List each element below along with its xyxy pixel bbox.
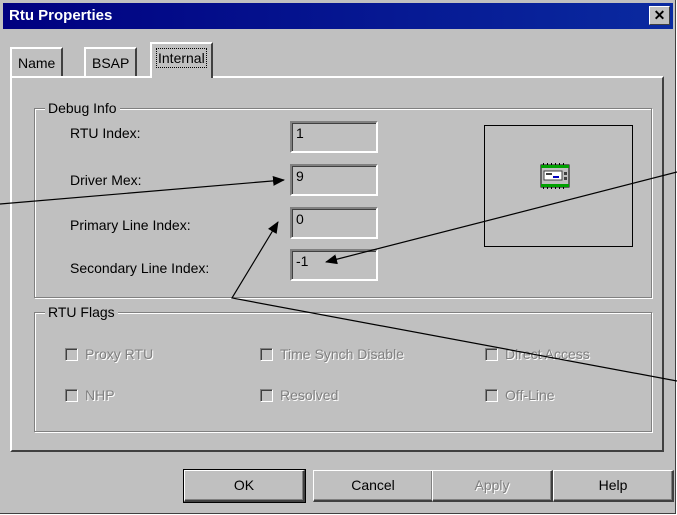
secondary-line-index-field: -1 (290, 249, 378, 281)
tab-bsap-label: BSAP (92, 55, 130, 71)
rtu-flags-title: RTU Flags (45, 304, 118, 320)
cancel-button[interactable]: Cancel (313, 470, 434, 502)
title-bar[interactable]: Rtu Properties ✕ (3, 3, 673, 29)
time-synch-disable-label: Time Synch Disable (280, 346, 404, 362)
checkbox-box[interactable] (65, 389, 78, 402)
tab-name[interactable]: Name (10, 47, 64, 76)
resolved-label: Resolved (280, 387, 339, 403)
tab-name-label: Name (18, 55, 56, 71)
tab-bsap[interactable]: BSAP (84, 47, 138, 76)
tab-internal[interactable]: Internal (150, 42, 213, 78)
secondary-line-index-label: Secondary Line Index: (70, 260, 210, 276)
driver-mex-field: 9 (290, 164, 378, 196)
checkbox-box[interactable] (260, 348, 273, 361)
rtu-flags-group: RTU Flags Proxy RTU Time Synch Disable D… (34, 304, 652, 432)
close-button[interactable]: ✕ (649, 6, 670, 25)
checkbox-box[interactable] (65, 348, 78, 361)
apply-button[interactable]: Apply (432, 470, 553, 502)
tab-panel-internal: Debug Info RTU Index: 1 Driver Mex: 9 Pr… (10, 76, 664, 452)
checkbox-box[interactable] (260, 389, 273, 402)
direct-access-label: Direct Access (505, 346, 590, 362)
ok-button[interactable]: OK (183, 469, 306, 503)
rtu-index-label: RTU Index: (70, 125, 141, 141)
rtu-properties-dialog: Rtu Properties ✕ Name BSAP Internal Debu… (0, 0, 676, 514)
debug-info-title: Debug Info (45, 100, 120, 116)
window-title: Rtu Properties (9, 7, 113, 24)
nhp-label: NHP (85, 387, 115, 403)
rtu-index-field: 1 (290, 121, 378, 153)
rtu-preview-frame (484, 125, 633, 247)
help-button[interactable]: Help (553, 470, 674, 502)
close-icon: ✕ (653, 7, 666, 23)
driver-mex-label: Driver Mex: (70, 172, 142, 188)
off-line-label: Off-Line (505, 387, 555, 403)
checkbox-box[interactable] (485, 348, 498, 361)
tab-internal-label: Internal (156, 48, 207, 68)
checkbox-box[interactable] (485, 389, 498, 402)
rtu-device-icon (540, 163, 570, 189)
primary-line-index-label: Primary Line Index: (70, 217, 191, 233)
proxy-rtu-label: Proxy RTU (85, 346, 154, 362)
primary-line-index-field: 0 (290, 207, 378, 239)
debug-info-group: Debug Info RTU Index: 1 Driver Mex: 9 Pr… (34, 100, 652, 298)
